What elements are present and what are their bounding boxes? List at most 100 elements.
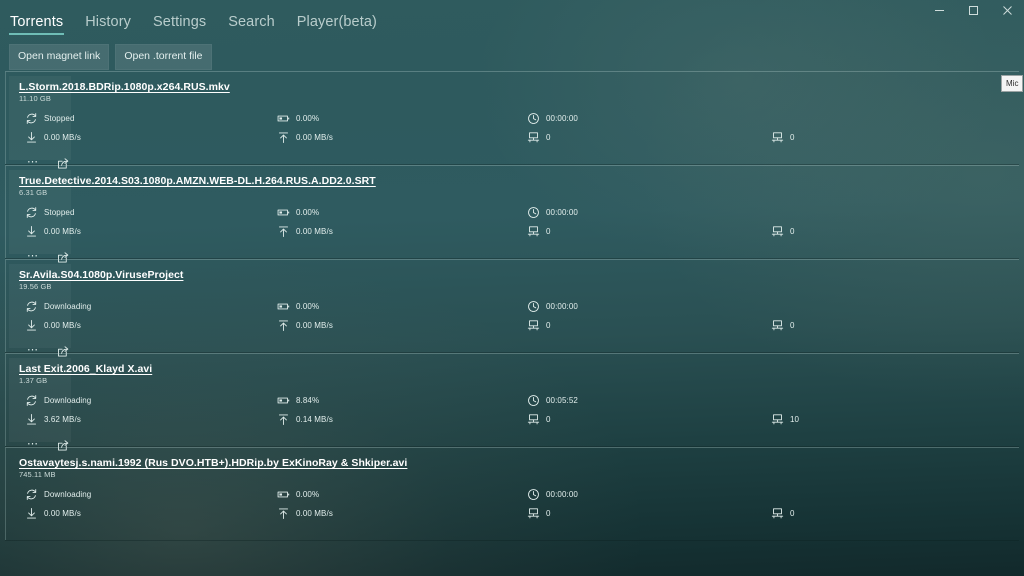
upload-icon — [278, 320, 289, 331]
close-button[interactable] — [990, 0, 1024, 20]
peers-icon — [771, 508, 784, 519]
torrent-stats: Downloading 3.62 MB/s 8.84% 0.14 MB/s 00:05:… — [19, 394, 1019, 452]
torrent-peers-value: 10 — [790, 414, 800, 424]
maximize-icon — [968, 5, 978, 15]
open-magnet-link-button[interactable]: Open magnet link — [9, 44, 110, 70]
torrent-name[interactable]: L.Storm.2018.BDRip.1080p.x264.RUS.mkv — [19, 81, 1019, 93]
torrent-upload-speed: 0.00 MB/s — [277, 319, 333, 332]
torrent-progress: 8.84% — [277, 394, 319, 407]
torrent-elapsed-time: 00:00:00 — [527, 112, 578, 125]
torrent-size: 745.11 MB — [19, 470, 56, 479]
peers-icon — [771, 132, 784, 143]
torrent-status-value: Stopped — [44, 207, 75, 217]
torrent-peers: 0 — [771, 131, 795, 144]
torrent-size: 1.37 GB — [19, 376, 48, 385]
torrent-progress-value: 0.00% — [296, 207, 320, 217]
torrent-size: 19.56 GB — [19, 282, 52, 291]
torrent-upload-speed-value: 0.00 MB/s — [296, 508, 333, 518]
torrent-elapsed-time-value: 00:00:00 — [546, 207, 578, 217]
peers-icon — [527, 132, 540, 143]
tooltip: Mic — [1001, 75, 1024, 92]
torrent-progress: 0.00% — [277, 206, 319, 219]
upload-icon — [278, 414, 289, 425]
torrent-name[interactable]: True.Detective.2014.S03.1080p.AMZN.WEB-D… — [19, 175, 1019, 187]
torrent-progress-value: 0.00% — [296, 113, 320, 123]
torrent-size: 6.31 GB — [19, 188, 48, 197]
upload-icon — [278, 508, 289, 519]
torrent-elapsed-time: 00:00:00 — [527, 206, 578, 219]
torrent-peers: 0 — [771, 225, 795, 238]
upload-icon — [278, 132, 289, 143]
torrent-download-speed-value: 0.00 MB/s — [44, 320, 81, 330]
clock-icon — [528, 395, 539, 406]
torrent-row[interactable]: L.Storm.2018.BDRip.1080p.x264.RUS.mkv 11.… — [5, 71, 1019, 169]
progress-icon — [277, 397, 290, 404]
torrent-seeds: 0 — [527, 225, 551, 238]
torrent-download-speed: 0.00 MB/s — [25, 319, 81, 332]
torrent-peers: 10 — [771, 413, 799, 426]
maximize-button[interactable] — [956, 0, 990, 20]
torrent-progress: 0.00% — [277, 300, 319, 313]
open-torrent-file-button[interactable]: Open .torrent file — [115, 44, 212, 70]
torrent-seeds: 0 — [527, 507, 551, 520]
torrent-seeds: 0 — [527, 413, 551, 426]
torrent-progress-value: 8.84% — [296, 395, 320, 405]
peers-icon — [527, 226, 540, 237]
progress-icon — [277, 491, 290, 498]
torrent-stats: Stopped 0.00 MB/s 0.00% 0.00 MB/s 00:00:00 0 0… — [19, 206, 1019, 264]
torrent-seeds-value: 0 — [546, 132, 551, 142]
torrent-seeds-value: 0 — [546, 226, 551, 236]
torrent-status: Downloading — [25, 300, 91, 313]
peers-icon — [771, 320, 784, 331]
peers-icon — [527, 508, 540, 519]
torrent-progress: 0.00% — [277, 112, 319, 125]
torrent-size: 11.10 GB — [19, 94, 51, 103]
torrent-upload-speed-value: 0.00 MB/s — [296, 132, 333, 142]
torrent-status-value: Downloading — [44, 489, 92, 499]
toolbar: Open magnet link Open .torrent file — [9, 44, 212, 70]
torrent-upload-speed-value: 0.14 MB/s — [296, 414, 333, 424]
torrent-name[interactable]: Sr.Avila.S04.1080p.ViruseProject — [19, 269, 1019, 281]
torrent-elapsed-time-value: 00:00:00 — [546, 301, 578, 311]
torrent-name[interactable]: Last Exit.2006_Klayd X.avi — [19, 363, 1019, 375]
torrent-row[interactable]: Last Exit.2006_Klayd X.avi 1.37 GB Downloa… — [5, 353, 1019, 451]
torrent-download-speed: 0.00 MB/s — [25, 131, 81, 144]
torrent-peers-value: 0 — [790, 226, 795, 236]
sync-icon — [26, 207, 37, 218]
download-icon — [26, 226, 37, 237]
title-bar — [0, 0, 1024, 30]
torrent-progress-value: 0.00% — [296, 489, 320, 499]
torrent-status: Downloading — [25, 394, 91, 407]
sync-icon — [26, 113, 37, 124]
clock-icon — [528, 301, 539, 312]
torrent-progress: 0.00% — [277, 488, 319, 501]
torrent-upload-speed: 0.00 MB/s — [277, 507, 333, 520]
torrent-status: Stopped — [25, 112, 75, 125]
clock-icon — [528, 113, 539, 124]
torrent-row[interactable]: Ostavaytesj.s.nami.1992 (Rus DVO.HTB+).H… — [5, 447, 1019, 541]
clock-icon — [528, 489, 539, 500]
torrent-download-speed-value: 3.62 MB/s — [44, 414, 81, 424]
torrent-stats: Stopped 0.00 MB/s 0.00% 0.00 MB/s 00:00:00 0 0… — [19, 112, 1019, 170]
download-icon — [26, 132, 37, 143]
peers-icon — [771, 226, 784, 237]
torrent-row[interactable]: Sr.Avila.S04.1080p.ViruseProject 19.56 GB… — [5, 259, 1019, 357]
minimize-button[interactable] — [922, 0, 956, 20]
torrent-elapsed-time-value: 00:00:00 — [546, 113, 578, 123]
torrent-upload-speed: 0.00 MB/s — [277, 225, 333, 238]
download-icon — [26, 320, 37, 331]
torrent-status: Downloading — [25, 488, 91, 501]
torrent-status: Stopped — [25, 206, 75, 219]
torrent-status-value: Downloading — [44, 301, 92, 311]
torrent-list: L.Storm.2018.BDRip.1080p.x264.RUS.mkv 11.… — [5, 71, 1019, 571]
torrent-peers: 0 — [771, 507, 795, 520]
download-icon — [26, 508, 37, 519]
torrent-download-speed: 0.00 MB/s — [25, 507, 81, 520]
torrent-name[interactable]: Ostavaytesj.s.nami.1992 (Rus DVO.HTB+).H… — [19, 457, 1019, 469]
torrent-peers-value: 0 — [790, 132, 795, 142]
torrent-row[interactable]: True.Detective.2014.S03.1080p.AMZN.WEB-D… — [5, 165, 1019, 263]
progress-icon — [277, 209, 290, 216]
torrent-status-value: Downloading — [44, 395, 92, 405]
torrent-download-speed: 3.62 MB/s — [25, 413, 81, 426]
torrent-upload-speed-value: 0.00 MB/s — [296, 226, 333, 236]
